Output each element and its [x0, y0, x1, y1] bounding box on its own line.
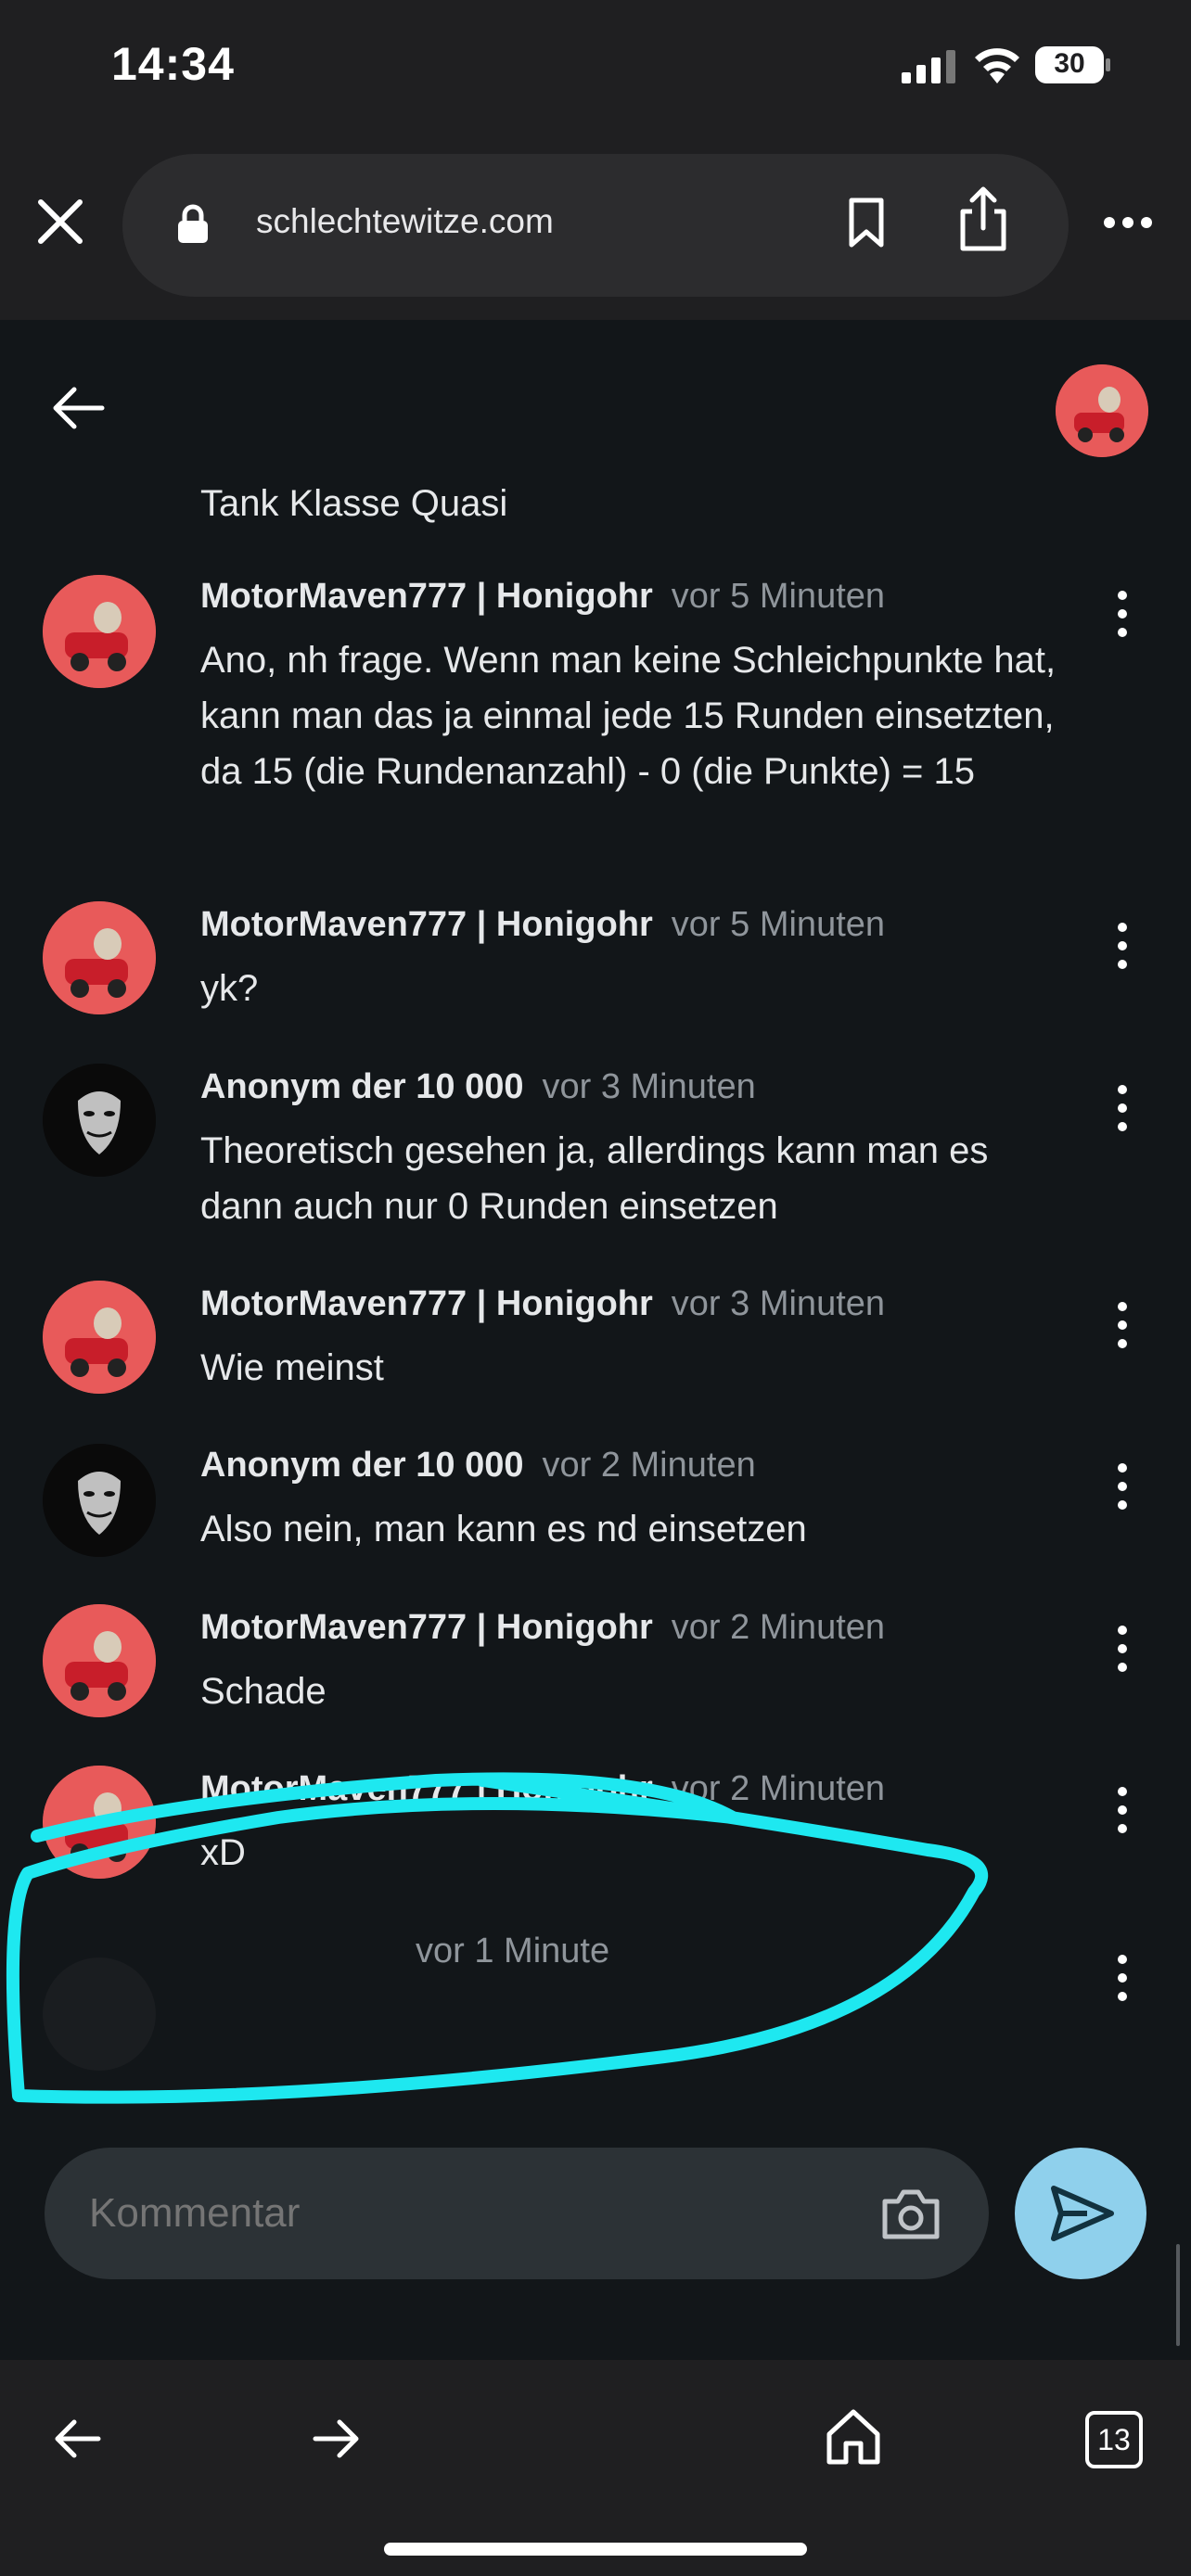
kebab-icon[interactable]: [1113, 1080, 1132, 1136]
browser-address-bar: schlechtewitze.com: [0, 139, 1191, 320]
share-icon[interactable]: [957, 185, 1009, 252]
more-icon[interactable]: [1102, 215, 1154, 230]
comment-text: yk?: [200, 968, 259, 1009]
comment-time: vor 2 Minuten: [542, 1446, 756, 1485]
comment-text: Schade: [200, 1671, 327, 1712]
home-indicator: [384, 2543, 807, 2556]
avatar[interactable]: [43, 1281, 156, 1394]
cellular-signal-icon: [902, 50, 955, 83]
avatar[interactable]: [43, 1958, 156, 2071]
comment-text: Also nein, man kann es nd einsetzen: [200, 1509, 807, 1549]
avatar[interactable]: [43, 575, 156, 688]
comment-author[interactable]: MotorMaven777 | Honigohr: [200, 1608, 653, 1647]
comment-text: Ano, nh frage. Wenn man keine Schleichpu…: [200, 640, 1057, 792]
comment-author[interactable]: MotorMaven777 | Honigohr: [200, 1769, 653, 1808]
url-text: schlechtewitze.com: [256, 202, 554, 240]
comment-author[interactable]: MotorMaven777 | Honigohr: [200, 1284, 653, 1323]
comment-time: vor 3 Minuten: [542, 1067, 756, 1106]
comment-author[interactable]: MotorMaven777 | Honigohr: [200, 577, 653, 616]
comment-text: Wie meinst: [200, 1347, 384, 1388]
kebab-icon[interactable]: [1113, 1950, 1132, 2006]
comment-time: vor 5 Minuten: [671, 905, 886, 944]
battery-level: 30: [1054, 48, 1085, 79]
camera-icon[interactable]: [881, 2187, 941, 2240]
cut-off-comment-text: Tank Klasse Quasi: [200, 483, 508, 524]
send-icon: [1051, 2186, 1114, 2241]
kebab-icon[interactable]: [1113, 586, 1132, 642]
kebab-icon[interactable]: [1113, 1621, 1132, 1677]
comment-input[interactable]: [89, 2190, 831, 2237]
kebab-icon[interactable]: [1113, 1459, 1132, 1514]
comment-author[interactable]: MotorMaven777 | Honigohr: [200, 905, 653, 944]
comment-author[interactable]: Anonym der 10 000: [200, 1446, 523, 1485]
kebab-icon[interactable]: [1113, 1782, 1132, 1838]
comment-time: vor 2 Minuten: [671, 1608, 886, 1647]
comment-time: vor 2 Minuten: [671, 1769, 886, 1808]
avatar[interactable]: [43, 1604, 156, 1717]
forward-icon[interactable]: [312, 2417, 362, 2460]
back-arrow-icon[interactable]: [50, 385, 106, 431]
send-button[interactable]: [1015, 2148, 1146, 2279]
avatar[interactable]: [43, 1766, 156, 1879]
comment-time: vor 5 Minuten: [671, 577, 886, 616]
home-icon[interactable]: [826, 2408, 881, 2466]
comment-time: vor 3 Minuten: [671, 1284, 886, 1323]
wifi-icon: [975, 48, 1019, 83]
close-icon[interactable]: [35, 197, 85, 247]
status-time: 14:34: [111, 38, 235, 90]
comment-composer: [45, 2148, 989, 2279]
tabs-icon[interactable]: 13: [1085, 2411, 1143, 2468]
comment-text: Theoretisch gesehen ja, allerdings kann …: [200, 1130, 989, 1227]
comment-text: xD: [200, 1832, 246, 1873]
comment-author[interactable]: Anonym der 10 000: [200, 1067, 523, 1106]
back-icon[interactable]: [52, 2417, 102, 2460]
comment-time: vor 1 Minute: [416, 1932, 610, 1970]
bookmark-icon[interactable]: [846, 197, 887, 249]
avatar[interactable]: [43, 901, 156, 1014]
avatar[interactable]: [43, 1064, 156, 1177]
scrollbar[interactable]: [1176, 2244, 1180, 2346]
url-field[interactable]: schlechtewitze.com: [122, 154, 1069, 297]
user-avatar[interactable]: [1056, 364, 1148, 457]
lock-icon: [178, 204, 208, 243]
browser-toolbar: 13: [0, 2360, 1191, 2576]
battery-icon: 30: [1035, 46, 1111, 83]
avatar[interactable]: [43, 1444, 156, 1557]
comment-thread: Tank Klasse Quasi MotorMaven777 | Honigo…: [0, 320, 1191, 2360]
kebab-icon[interactable]: [1113, 1297, 1132, 1353]
status-bar: 14:34 30: [0, 0, 1191, 139]
kebab-icon[interactable]: [1113, 918, 1132, 974]
